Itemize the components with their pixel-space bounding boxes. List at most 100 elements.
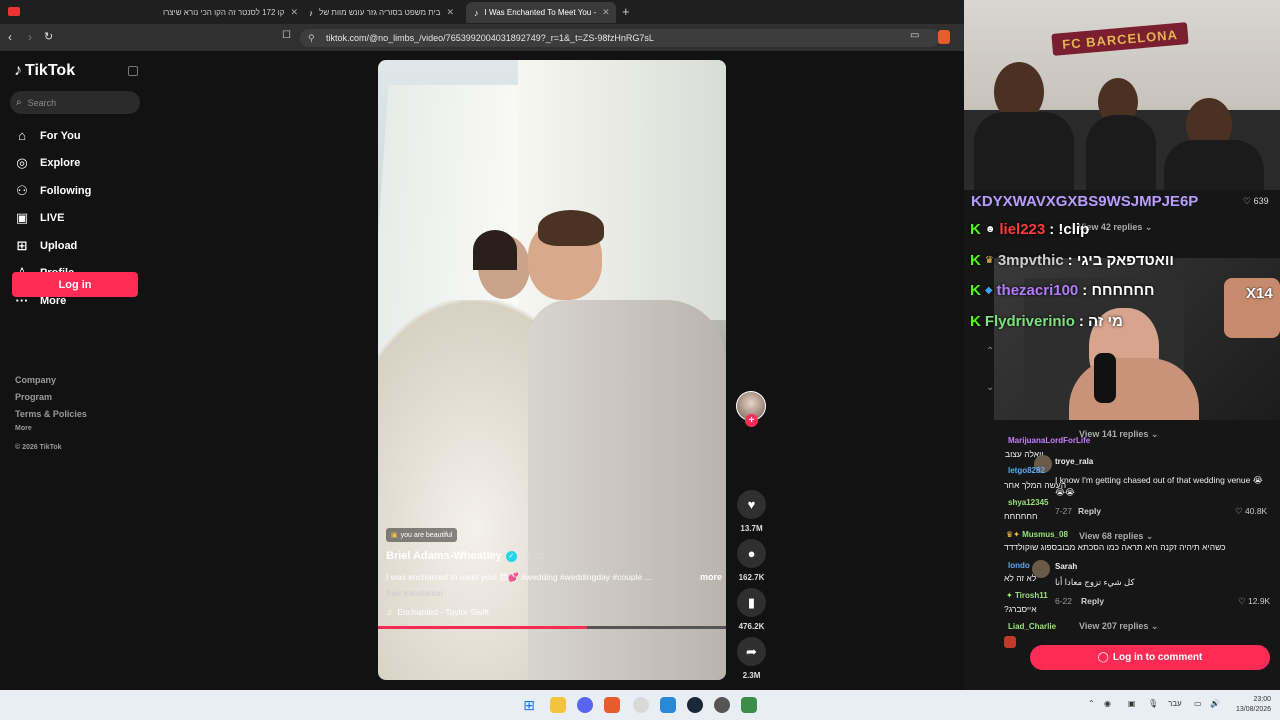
reply-button[interactable]: Reply: [1081, 596, 1104, 606]
music-title: Enchanted - Taylor Swift: [397, 607, 489, 617]
clock-date: 13/08/2026: [1236, 706, 1272, 713]
cast-icon[interactable]: ▭: [910, 30, 919, 41]
nav-explore[interactable]: ◎ Explore: [14, 155, 80, 171]
view-replies-207[interactable]: View 207 replies ⌄: [1079, 621, 1158, 632]
reload-icon[interactable]: ↻: [44, 30, 53, 43]
network-icon[interactable]: ▭: [1194, 699, 1202, 708]
like-button[interactable]: ♥: [737, 490, 766, 519]
site-settings-icon[interactable]: ⚲: [308, 33, 315, 44]
mic-icon[interactable]: 🎙: [1148, 699, 1158, 708]
tab-title: קו 172 לסנטר זה הקו הכי נורא שיצרו: [162, 8, 285, 17]
tab-title: בית משפט בסוריה גזר עונש מוות של: [319, 8, 441, 17]
comment-like[interactable]: ♡ 639: [1243, 196, 1269, 207]
tiktok-logo[interactable]: ♪ TikTok: [14, 62, 75, 80]
file-explorer-icon[interactable]: [550, 697, 566, 713]
language-indicator[interactable]: עבר: [1168, 699, 1182, 708]
copyright: © 2026 TikTok: [15, 444, 62, 451]
chat-user: thezacri100: [996, 282, 1079, 299]
view-replies-label: View 68 replies: [1079, 531, 1144, 541]
back-icon[interactable]: ‹: [8, 30, 12, 44]
verified-icon: ✓: [505, 550, 517, 562]
close-icon[interactable]: ✕: [290, 7, 298, 18]
discord-icon[interactable]: [577, 697, 593, 713]
login-to-comment-button[interactable]: ◯ Log in to comment: [1030, 645, 1270, 670]
chat-line: K ◆ thezacri100: חחחחחח: [970, 282, 1154, 299]
tab-2[interactable]: ✕ בית משפט בסוריה גזר עונש מוות של ♪: [310, 2, 462, 23]
heart-icon: ♥: [747, 497, 756, 512]
author-name[interactable]: Briel Adams-Wheatley: [386, 550, 502, 562]
comment-like[interactable]: ♡ 12.9K: [1238, 596, 1270, 607]
overlay-chat-user: Tirosh11: [1014, 591, 1048, 600]
comment-button[interactable]: ●: [737, 539, 766, 568]
overlay-chat-msg: כשהיא תיהיה זקנה היא תראה כמו הסכתא מבוב…: [1004, 542, 1226, 552]
overlay-chat-user: Musmus_08: [1022, 530, 1068, 539]
view-replies-68[interactable]: View 68 replies ⌄: [1079, 531, 1153, 542]
clock[interactable]: 23:00 13/08/2026: [1236, 695, 1271, 715]
nav-following[interactable]: ⚇ Following: [14, 183, 91, 199]
obs-icon[interactable]: [714, 697, 730, 713]
comment-username[interactable]: troye_rala: [1055, 457, 1093, 466]
footer-program[interactable]: Program: [15, 392, 52, 402]
new-tab-icon[interactable]: +: [622, 4, 630, 19]
overlay-chat-user: londo: [1008, 561, 1030, 570]
see-translation-link[interactable]: See translation: [386, 588, 443, 598]
progress-fill: [378, 626, 587, 629]
app-icon[interactable]: [660, 697, 676, 713]
view-replies-141[interactable]: View 141 replies ⌄: [1079, 429, 1158, 440]
comment-like[interactable]: ♡ 40.8K: [1235, 506, 1267, 517]
overlay-chat-msg: ?אייסברג: [1004, 604, 1037, 614]
footer-terms[interactable]: Terms & Policies: [15, 409, 87, 419]
forward-icon[interactable]: ›: [28, 30, 32, 44]
share-icon: ➦: [746, 643, 757, 659]
tiktok-icon: ♪: [310, 7, 314, 18]
person-body: [1086, 115, 1156, 190]
footer-more[interactable]: More: [15, 425, 32, 432]
steam-icon[interactable]: [687, 697, 703, 713]
share-button[interactable]: ➦: [737, 637, 766, 666]
tray-icon[interactable]: ▣: [1128, 699, 1136, 708]
youtube-icon[interactable]: [8, 7, 20, 16]
search-input[interactable]: ⌕ Search: [10, 91, 140, 114]
chevron-down-icon[interactable]: ⌄: [986, 382, 994, 393]
compass-icon: ◎: [16, 155, 28, 170]
music-info[interactable]: ♫ Enchanted - Taylor Swift: [386, 607, 489, 617]
chevron-up-icon[interactable]: ⌃: [986, 346, 994, 357]
chat-msg: : !clip: [1049, 221, 1090, 238]
groom-hair: [538, 210, 604, 246]
close-icon[interactable]: ✕: [602, 7, 610, 18]
windows-start-icon[interactable]: ⊞: [521, 697, 537, 713]
brave-shield-icon[interactable]: [938, 30, 950, 44]
tray-chevron-icon[interactable]: ⌃: [1088, 699, 1095, 708]
video-progress-bar[interactable]: [378, 626, 726, 629]
nav-live[interactable]: ▣ LIVE: [14, 210, 65, 226]
tab-3-active[interactable]: ♪ I Was Enchanted To Meet You - ✕: [466, 2, 616, 23]
save-button[interactable]: ▮: [737, 588, 766, 617]
comment-date: 7-27: [1055, 506, 1073, 516]
url-field[interactable]: ⚲ tiktok.com/@no_limbs_/video/7653992004…: [300, 29, 940, 47]
chat-line: K ♛ 3mpvthic: וואטדפאק ביגי: [970, 252, 1174, 269]
video-player[interactable]: [378, 60, 726, 680]
login-button[interactable]: Log in: [12, 272, 138, 297]
bookmark-icon[interactable]: ☐: [282, 30, 291, 41]
follow-plus-icon[interactable]: +: [745, 414, 758, 427]
sticker-chip[interactable]: ▣ you are beautiful: [386, 528, 458, 542]
tab-1[interactable]: ✕ קו 172 לסנטר זה הקו הכי נורא שיצרו ♪: [158, 2, 306, 23]
app-icon[interactable]: [633, 697, 649, 713]
overlay-chat-msg: חחחחחח: [1004, 511, 1038, 521]
volume-icon[interactable]: 🔊: [1210, 699, 1220, 708]
tray-icon[interactable]: ◉: [1104, 699, 1111, 708]
nav-for-you[interactable]: ⌂ For You: [14, 128, 80, 143]
reply-button[interactable]: Reply: [1078, 506, 1101, 516]
nav-upload[interactable]: ⊞ Upload: [14, 238, 78, 254]
heart-icon: ♡: [1235, 506, 1243, 516]
overlay-chat-msg: העשה המלך אחר: [1004, 480, 1067, 490]
more-button[interactable]: more: [700, 572, 722, 583]
overlay-chat-user-wrap: ♛✦ Musmus_08: [1006, 530, 1068, 539]
video-author[interactable]: Briel Adams-Wheatley ✓ · 6-22: [386, 550, 544, 562]
collapse-sidebar-icon[interactable]: [128, 66, 138, 76]
app-icon[interactable]: [741, 697, 757, 713]
close-icon[interactable]: ✕: [446, 7, 454, 18]
footer-company[interactable]: Company: [15, 375, 56, 385]
comment-username[interactable]: Sarah: [1055, 562, 1077, 571]
brave-icon[interactable]: [604, 697, 620, 713]
